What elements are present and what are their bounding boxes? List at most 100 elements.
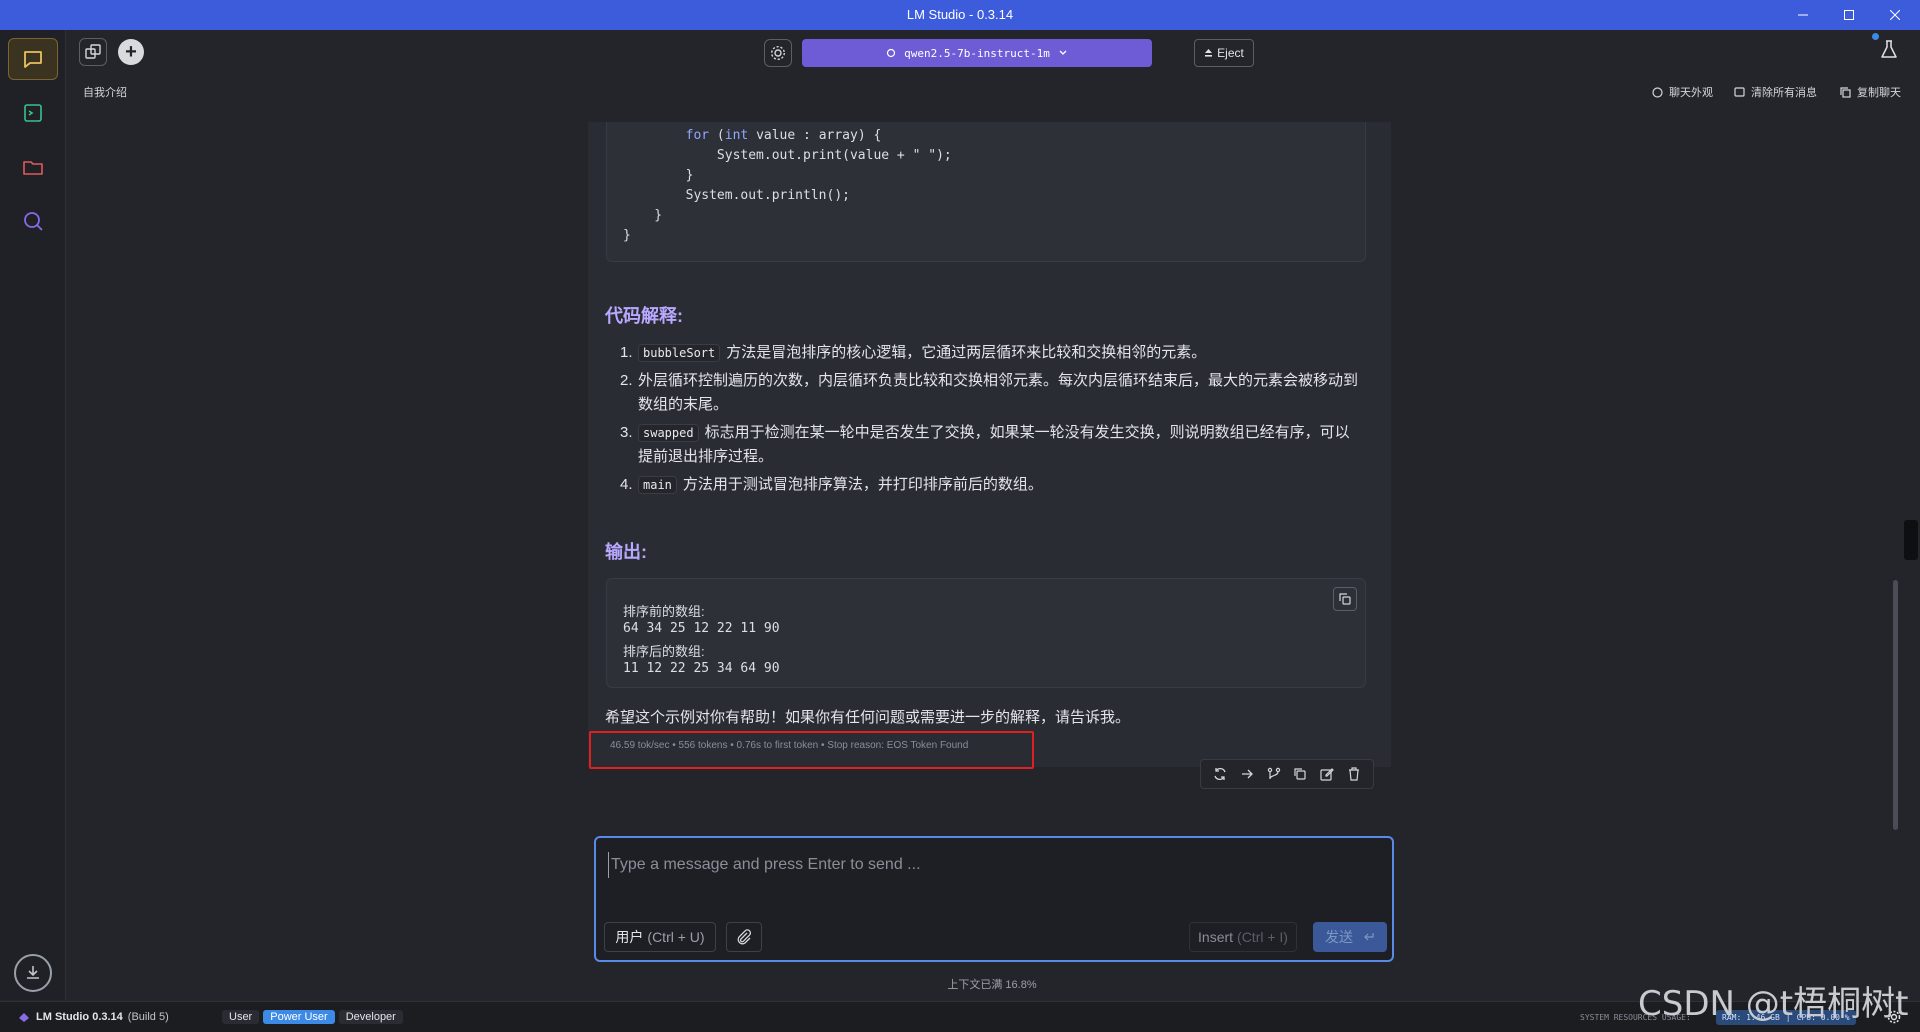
output-block: 排序前的数组: 64 34 25 12 22 11 90 排序后的数组: 11 …: [606, 578, 1366, 688]
app-name: LM Studio 0.3.14: [36, 1011, 123, 1023]
new-chat-button[interactable]: +: [118, 39, 144, 65]
model-name: qwen2.5-7b-instruct-1m: [904, 46, 1050, 60]
edit-message-button[interactable]: [1318, 765, 1336, 783]
list-item: 2. 外层循环控制遍历的次数，内层循环负责比较和交换相邻元素。每次内层循环结束后…: [620, 369, 1360, 417]
list-number: 3.: [620, 424, 633, 441]
branch-button[interactable]: [1265, 765, 1283, 783]
top-toolbar: + qwen2.5-7b-instruct-1m Eject: [66, 30, 1920, 74]
list-number: 1.: [620, 344, 633, 361]
inline-code: swapped: [638, 424, 699, 442]
settings-button[interactable]: [764, 39, 792, 67]
continue-button[interactable]: [1238, 765, 1256, 783]
eject-button[interactable]: Eject: [1194, 39, 1254, 67]
copy-message-button[interactable]: [1291, 765, 1309, 783]
role-toggle-button[interactable]: 用户 (Ctrl + U): [604, 922, 716, 952]
rail-chat-button[interactable]: [8, 38, 58, 80]
flask-icon: [1881, 40, 1897, 58]
delete-message-button[interactable]: [1345, 765, 1363, 783]
message-actions: [1200, 759, 1374, 789]
mode-power-user[interactable]: Power User: [263, 1010, 335, 1024]
closing-text: 希望这个示例对你有帮助！如果你有任何问题或需要进一步的解释，请告诉我。: [605, 709, 1131, 726]
copy-icon: [1840, 86, 1851, 98]
model-selector[interactable]: qwen2.5-7b-instruct-1m: [802, 39, 1152, 67]
code-line: for (int value : array) {: [685, 128, 882, 143]
chat-scrollbar[interactable]: [1893, 580, 1898, 830]
inline-code: bubbleSort: [638, 344, 721, 362]
mode-user[interactable]: User: [222, 1010, 260, 1024]
model-icon: [887, 48, 896, 58]
message-composer: 用户 (Ctrl + U) Insert (Ctrl + I) 发送: [594, 836, 1394, 962]
insert-label: Insert: [1198, 929, 1234, 945]
chat-icon: [24, 51, 42, 68]
chat-list-toggle-button[interactable]: [79, 38, 107, 66]
plus-icon: +: [125, 40, 137, 63]
gear-icon: [770, 45, 786, 61]
app-build: (Build 5): [127, 1011, 169, 1023]
chevron-down-icon: [1059, 50, 1067, 55]
branch-icon: [1267, 767, 1280, 780]
copy-chat-button[interactable]: 复制聊天: [1840, 84, 1901, 100]
list-text: 标志用于检测在某一轮中是否发生了交换，如果某一轮没有发生交换，则说明数组已经有序…: [638, 424, 1350, 465]
chat-appearance-button[interactable]: 聊天外观: [1652, 84, 1713, 100]
list-text: 方法是冒泡排序的核心逻辑，它通过两层循环来比较和交换相邻的元素。: [726, 344, 1207, 361]
paperclip-icon: [737, 929, 752, 945]
insert-button[interactable]: Insert (Ctrl + I): [1189, 922, 1297, 952]
minimize-button[interactable]: [1780, 0, 1826, 30]
rail-search-button[interactable]: [8, 200, 58, 242]
copy-icon: [1339, 593, 1351, 605]
lab-button[interactable]: [1872, 33, 1903, 64]
list-item: 4. main 方法用于测试冒泡排序算法，并打印排序前后的数组。: [620, 473, 1360, 497]
eject-icon: [1205, 49, 1213, 57]
output-line: 11 12 22 25 34 64 90: [623, 661, 780, 676]
send-label: 发送: [1325, 929, 1353, 945]
list-text: 外层循环控制遍历的次数，内层循环负责比较和交换相邻元素。每次内层循环结束后，最大…: [638, 372, 1359, 413]
output-line: 64 34 25 12 22 11 90: [623, 621, 780, 636]
list-number: 2.: [620, 372, 633, 389]
output-heading: 输出:: [605, 542, 647, 562]
send-button[interactable]: 发送: [1313, 922, 1387, 952]
watermark: CSDN @t梧桐树t: [1638, 984, 1909, 1024]
close-button[interactable]: [1872, 0, 1918, 30]
clear-messages-label: 清除所有消息: [1751, 87, 1817, 99]
maximize-button[interactable]: [1826, 0, 1872, 30]
app-version: LM Studio 0.3.14 (Build 5): [18, 1011, 169, 1023]
terminal-icon: [24, 104, 42, 122]
mode-developer[interactable]: Developer: [338, 1010, 403, 1024]
code-line: System.out.print(value + " ");: [623, 148, 952, 163]
role-shortcut: (Ctrl + U): [647, 929, 705, 945]
minimize-icon: [1798, 14, 1808, 16]
side-panel-handle[interactable]: [1904, 520, 1918, 560]
output-line: 排序后的数组:: [623, 644, 705, 659]
copy-code-button[interactable]: [1333, 587, 1357, 611]
chats-icon: [85, 44, 101, 59]
copy-icon: [1294, 768, 1306, 780]
chat-header: 自我介绍 聊天外观 清除所有消息 复制聊天: [66, 74, 1920, 108]
role-label: 用户: [615, 929, 644, 945]
list-number: 4.: [620, 476, 633, 493]
arrow-right-icon: [1241, 769, 1253, 779]
maximize-icon: [1844, 10, 1854, 20]
clear-messages-button[interactable]: 清除所有消息: [1734, 84, 1817, 100]
notification-dot: [1872, 33, 1879, 40]
chat-appearance-label: 聊天外观: [1669, 87, 1713, 99]
context-status: 上下文已满 16.8%: [947, 979, 1037, 991]
code-line: }: [623, 208, 663, 223]
chat-title: 自我介绍: [83, 87, 127, 99]
rail-developer-button[interactable]: [8, 92, 58, 134]
edit-icon: [1320, 768, 1334, 781]
window-title: LM Studio - 0.3.14: [906, 7, 1014, 22]
status-bar: LM Studio 0.3.14 (Build 5) User Power Us…: [0, 1001, 1920, 1032]
output-line: 排序前的数组:: [623, 604, 705, 619]
inline-code: main: [638, 476, 677, 494]
regenerate-button[interactable]: [1211, 765, 1229, 783]
left-rail: [0, 30, 66, 1000]
code-line: }: [623, 228, 631, 243]
attach-button[interactable]: [726, 922, 762, 952]
palette-icon: [1652, 86, 1663, 98]
rail-models-button[interactable]: [8, 146, 58, 188]
mode-switcher: User Power User Developer: [222, 1010, 403, 1024]
enter-icon: [1364, 933, 1374, 941]
code-block: for (int value : array) { System.out.pri…: [606, 122, 1366, 262]
message-input[interactable]: [608, 852, 1378, 878]
clear-icon: [1734, 86, 1745, 97]
